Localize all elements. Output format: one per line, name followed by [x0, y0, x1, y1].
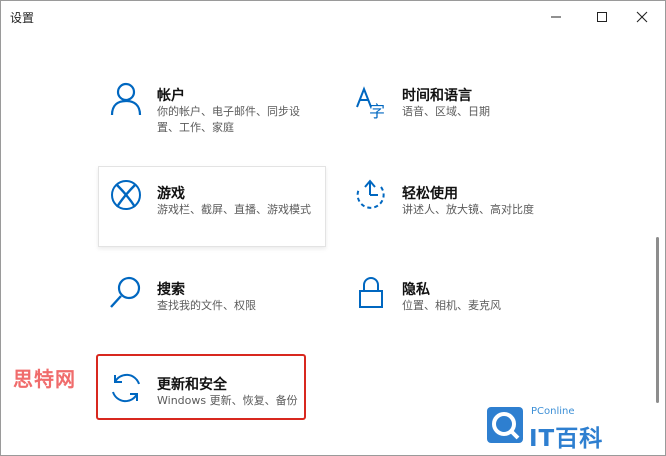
- tile-description: 位置、相机、麦克风: [402, 299, 501, 312]
- pconline-logo-icon: [487, 407, 523, 443]
- scrollbar[interactable]: [656, 237, 659, 403]
- tile-description: 查找我的文件、权限: [157, 299, 256, 312]
- minimize-icon: [551, 16, 561, 18]
- brand-watermark-small: PConline: [531, 406, 575, 417]
- tile-search[interactable]: 搜索 查找我的文件、权限: [106, 273, 321, 323]
- tile-description: 游戏栏、截屏、直播、游戏模式: [157, 203, 311, 216]
- minimize-button[interactable]: [533, 1, 579, 33]
- close-icon: [636, 11, 648, 23]
- close-button[interactable]: [619, 1, 665, 33]
- tile-description: 语音、区域、日期: [402, 105, 490, 118]
- tile-title: 帐户: [157, 88, 185, 104]
- tile-ease-of-access[interactable]: 轻松使用 讲述人、放大镜、高对比度: [351, 175, 571, 225]
- svg-text:字: 字: [369, 102, 385, 121]
- tile-description: 讲述人、放大镜、高对比度: [402, 203, 534, 216]
- search-icon: [110, 276, 141, 308]
- tile-gaming[interactable]: 游戏 游戏栏、截屏、直播、游戏模式: [106, 175, 321, 225]
- highlight-box: [96, 354, 306, 420]
- tile-description: 置、工作、家庭: [157, 121, 234, 134]
- tile-title: 隐私: [402, 282, 430, 298]
- site-watermark: 思特网: [13, 367, 76, 391]
- tile-time-language[interactable]: 字 时间和语言 语音、区域、日期: [351, 79, 571, 129]
- tile-title: 游戏: [157, 186, 185, 202]
- account-icon: [110, 82, 142, 116]
- tile-title: 搜索: [157, 282, 185, 298]
- time-language-icon: 字: [356, 86, 385, 121]
- tile-title: 时间和语言: [402, 88, 472, 104]
- title-bar: 设置: [1, 1, 665, 33]
- ease-of-access-icon: [356, 179, 385, 209]
- tile-title: 轻松使用: [402, 186, 458, 202]
- lock-icon: [359, 277, 383, 308]
- tile-privacy[interactable]: 隐私 位置、相机、麦克风: [351, 273, 571, 323]
- tile-description: 你的帐户、电子邮件、同步设: [157, 105, 300, 118]
- brand-watermark-big: IT百科: [529, 426, 604, 452]
- window-title: 设置: [10, 11, 35, 25]
- tile-account[interactable]: 帐户 你的帐户、电子邮件、同步设 置、工作、家庭: [106, 79, 326, 141]
- settings-window: 设置 帐户 你的帐户、电子邮件、同步设 置、工作、家庭 字 时间和语言 语音、区…: [0, 0, 666, 456]
- xbox-icon: [111, 180, 141, 210]
- maximize-icon: [597, 12, 607, 22]
